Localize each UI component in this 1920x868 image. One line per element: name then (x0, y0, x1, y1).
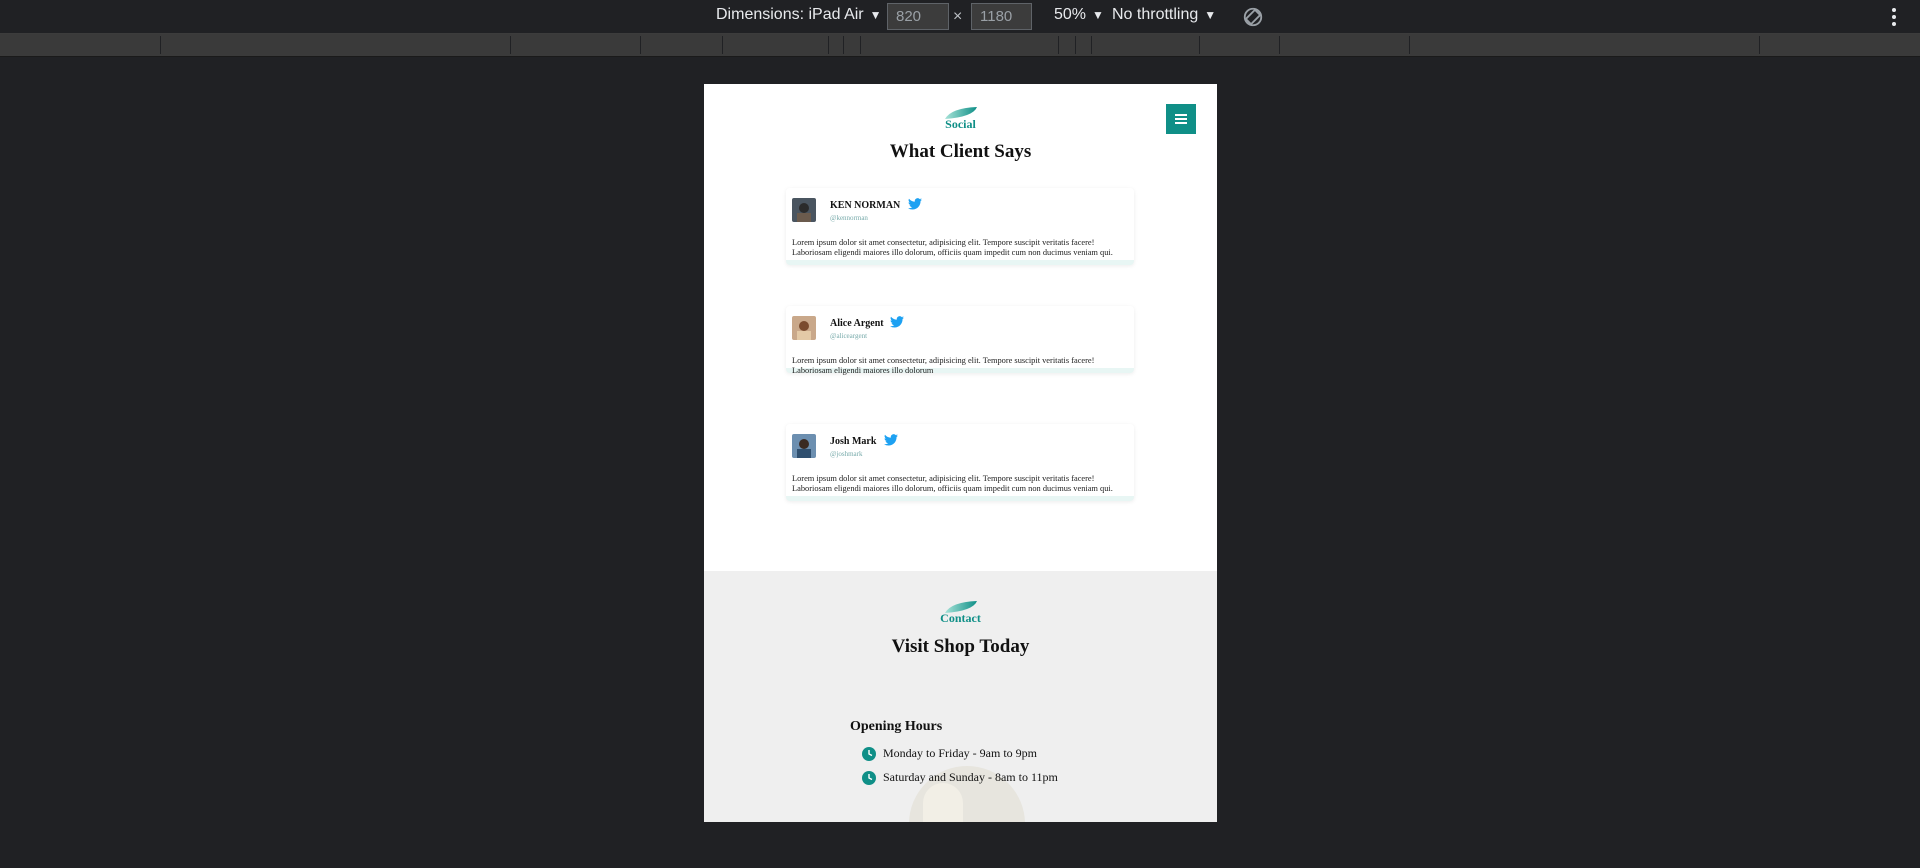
social-section-title: What Client Says (889, 141, 1032, 162)
testimonial-text: Lorem ipsum dolor sit amet consectetur, … (792, 356, 1095, 375)
chevron-down-icon: ▼ (1092, 8, 1104, 22)
dimensions-label: Dimensions: iPad Air (716, 6, 864, 23)
twitter-icon[interactable] (890, 316, 904, 328)
hours-row: Monday to Friday - 9am to 9pm (862, 746, 1037, 761)
rotate-icon[interactable] (1242, 6, 1264, 28)
testimonial-name: Alice Argent (830, 318, 884, 329)
testimonial-handle: @joshmark (830, 450, 863, 458)
opening-hours-title: Opening Hours (850, 719, 943, 734)
throttling-label: No throttling (1112, 6, 1199, 23)
social-section-tag: Social (704, 106, 1217, 132)
testimonial-handle: @kennorman (830, 214, 868, 222)
chevron-down-icon: ▼ (1204, 8, 1217, 22)
twitter-icon[interactable] (884, 434, 898, 446)
chevron-down-icon: ▼ (869, 8, 882, 22)
testimonial-card: Josh Mark @joshmark Lorem ipsum dolor si… (786, 424, 1134, 501)
zoom-label: 50% (1054, 6, 1087, 23)
testimonial-text: Lorem ipsum dolor sit amet consectetur, … (792, 474, 1113, 493)
social-tag-label: Social (945, 117, 976, 131)
avatar (792, 198, 816, 222)
testimonial-card: KEN NORMAN @kennorman Lorem ipsum dolor … (786, 188, 1134, 265)
avatar (792, 434, 816, 458)
hours-text: Saturday and Sunday - 8am to 11pm (883, 770, 1058, 784)
testimonial-handle: @aliceargent (830, 332, 868, 340)
clock-icon (862, 770, 876, 785)
device-viewport: Social What Client Says KEN NORMAN @kenn… (704, 84, 1217, 822)
testimonial-name: KEN NORMAN (830, 200, 901, 211)
testimonial-text: Lorem ipsum dolor sit amet consectetur, … (792, 238, 1113, 257)
testimonial-card: Alice Argent @aliceargent Lorem ipsum do… (786, 306, 1134, 375)
contact-tag-label: Contact (940, 611, 981, 625)
contact-section-title: Visit Shop Today (891, 636, 1030, 657)
dimensions-dropdown[interactable]: Dimensions: iPad Air ▼ (716, 6, 882, 24)
twitter-icon[interactable] (908, 198, 922, 210)
times-sign: × (953, 8, 963, 25)
background-illustration-detail (923, 783, 963, 822)
devtools-device-toolbar: Dimensions: iPad Air ▼ × 50% ▼ No thrott… (0, 0, 1920, 34)
media-query-ruler[interactable] (0, 34, 1920, 57)
hours-row: Saturday and Sunday - 8am to 11pm (862, 770, 1058, 785)
avatar (792, 316, 816, 340)
testimonial-name: Josh Mark (830, 436, 877, 447)
contact-section-tag: Contact (704, 600, 1217, 626)
width-input[interactable] (887, 3, 949, 30)
height-input[interactable] (971, 3, 1032, 30)
more-vert-icon[interactable] (1892, 8, 1898, 26)
clock-icon (862, 746, 876, 761)
throttling-dropdown[interactable]: No throttling ▼ (1112, 6, 1216, 24)
zoom-dropdown[interactable]: 50% ▼ (1054, 6, 1104, 24)
contact-section: Contact Visit Shop Today Opening Hours M… (704, 571, 1217, 822)
hours-text: Monday to Friday - 9am to 9pm (883, 746, 1037, 760)
